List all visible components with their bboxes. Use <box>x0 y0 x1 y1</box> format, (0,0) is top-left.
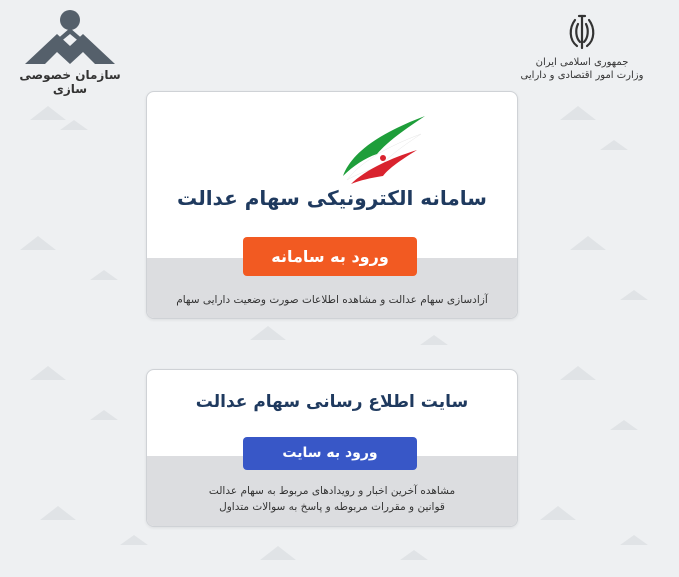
ministry-logo: جمهوری اسلامی ایران وزارت امور اقتصادی و… <box>517 12 647 82</box>
iran-emblem-icon <box>569 14 595 50</box>
gov-title: جمهوری اسلامی ایران <box>535 57 629 68</box>
site-description-line2: قوانین و مقررات مربوطه و پاسخ به سوالات … <box>219 501 445 513</box>
site-card: سایت اطلاع رسانی سهام عدالت ورود به سایت… <box>146 369 518 527</box>
system-card: سامانه الکترونیکی سهام عدالت ورود به سام… <box>146 91 518 319</box>
org-name: سازمان خصوصی سازی <box>19 68 121 96</box>
enter-site-button[interactable]: ورود به سایت <box>243 437 417 470</box>
privatization-logo-icon <box>25 10 115 64</box>
site-description: مشاهده آخرین اخبار و رویدادهای مربوط به … <box>147 483 517 515</box>
privatization-org-logo: سازمان خصوصی سازی <box>14 8 126 96</box>
iran-flag-icon <box>343 116 425 184</box>
system-description: آزادسازی سهام عدالت و مشاهده اطلاعات صور… <box>176 294 488 306</box>
site-description-line1: مشاهده آخرین اخبار و رویدادهای مربوط به … <box>208 485 456 497</box>
system-title: سامانه الکترونیکی سهام عدالت <box>177 186 487 210</box>
ministry-title: وزارت امور اقتصادی و دارایی <box>520 70 644 81</box>
site-title: سایت اطلاع رسانی سهام عدالت <box>195 392 469 412</box>
enter-system-button[interactable]: ورود به سامانه <box>243 237 417 276</box>
